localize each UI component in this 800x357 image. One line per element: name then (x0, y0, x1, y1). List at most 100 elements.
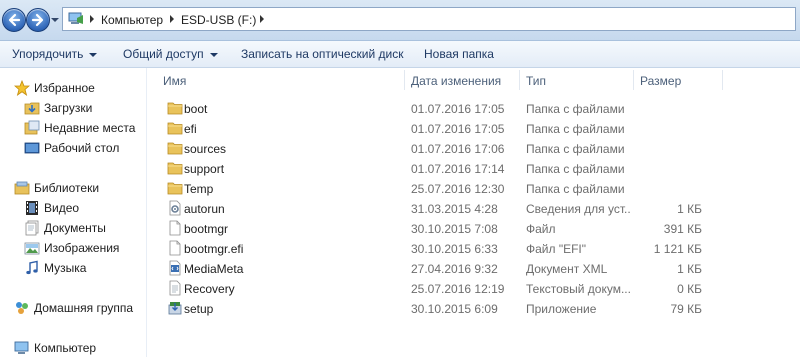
file-size: 79 КБ (670, 302, 702, 316)
file-row[interactable]: Recovery 25.07.2016 12:19 Текстовый докум.… (147, 278, 800, 298)
nav-libraries[interactable]: Библиотеки (0, 179, 146, 197)
column-divider[interactable] (633, 70, 634, 90)
file-icon (169, 220, 181, 236)
file-type: Файл "EFI" (526, 242, 587, 256)
file-type: Текстовый докум... (526, 282, 631, 296)
file-list: Имя Дата изменения Тип Размер boot 01.07.… (147, 68, 800, 357)
setup-icon (168, 302, 182, 315)
file-size: 1 КБ (677, 202, 702, 216)
column-divider[interactable] (404, 70, 405, 90)
chevron-right-icon[interactable] (89, 15, 95, 23)
nav-video[interactable]: Видео (0, 199, 146, 217)
nav-recent-label: Недавние места (44, 121, 136, 135)
nav-music[interactable]: Музыка (0, 259, 146, 277)
file-row[interactable]: setup 30.10.2015 6:09 Приложение 79 КБ (147, 298, 800, 318)
file-date: 25.07.2016 12:19 (411, 282, 505, 296)
breadcrumb-drive[interactable]: ESD-USB (F:) (181, 13, 256, 27)
recent-places-icon (24, 120, 40, 135)
column-divider[interactable] (519, 70, 520, 90)
file-row[interactable]: MediaMeta 27.04.2016 9:32 Документ XML 1 КБ (147, 258, 800, 278)
file-date: 01.07.2016 17:06 (411, 142, 505, 156)
nav-documents[interactable]: Документы (0, 219, 146, 237)
computer-icon (14, 341, 29, 354)
organize-button[interactable]: Упорядочить (12, 47, 98, 61)
forward-button[interactable] (26, 8, 50, 32)
recent-pages-dropdown-icon[interactable] (51, 16, 59, 24)
file-name: support (184, 162, 225, 176)
caret-down-icon (209, 52, 218, 57)
column-header-date[interactable]: Дата изменения (411, 74, 501, 94)
share-button[interactable]: Общий доступ (123, 47, 218, 61)
nav-libraries-label: Библиотеки (34, 181, 100, 195)
pictures-icon (24, 242, 40, 255)
file-name: Temp (184, 182, 214, 196)
file-type: Папка с файлами (526, 182, 625, 196)
nav-desktop[interactable]: Рабочий стол (0, 139, 146, 157)
computer-icon (68, 12, 83, 24)
text-file-icon (169, 280, 181, 296)
file-row[interactable]: autorun 31.03.2015 4:28 Сведения для уст..… (147, 198, 800, 218)
column-header-type[interactable]: Тип (526, 74, 546, 94)
arrow-left-icon (8, 13, 21, 27)
file-row[interactable]: bootmgr.efi 30.10.2015 6:33 Файл "EFI" 1 12… (147, 238, 800, 258)
file-date: 31.03.2015 4:28 (411, 202, 498, 216)
caret-down-icon (89, 52, 98, 57)
music-note-icon (26, 260, 38, 275)
nav-recent[interactable]: Недавние места (0, 119, 146, 137)
video-icon (26, 201, 38, 215)
file-size: 0 КБ (677, 282, 702, 296)
file-type: Приложение (526, 302, 597, 316)
column-divider[interactable] (722, 70, 723, 90)
file-date: 30.10.2015 7:08 (411, 222, 498, 236)
column-header-name[interactable]: Имя (163, 74, 186, 94)
settings-file-icon (169, 200, 181, 216)
address-field[interactable]: Компьютер ESD-USB (F:) (62, 7, 796, 31)
nav-pictures[interactable]: Изображения (0, 239, 146, 257)
file-name: Recovery (184, 282, 235, 296)
nav-video-label: Видео (44, 201, 80, 215)
command-bar: Упорядочить Общий доступ Записать на опт… (0, 41, 800, 68)
star-icon (14, 80, 30, 96)
nav-homegroup[interactable]: Домашняя группа (0, 299, 146, 317)
nav-homegroup-label: Домашняя группа (34, 301, 134, 315)
file-name: boot (184, 102, 208, 116)
back-button[interactable] (2, 8, 26, 32)
file-row[interactable]: sources 01.07.2016 17:06 Папка с файлами (147, 138, 800, 158)
file-row[interactable]: bootmgr 30.10.2015 7:08 Файл 391 КБ (147, 218, 800, 238)
file-size: 391 КБ (663, 222, 702, 236)
file-icon (169, 240, 181, 256)
arrow-right-icon (31, 13, 44, 27)
column-header-size[interactable]: Размер (640, 74, 681, 94)
xml-file-icon (169, 260, 181, 276)
nav-computer-label: Компьютер (34, 341, 97, 355)
new-folder-button[interactable]: Новая папка (424, 47, 494, 61)
address-bar-area: Компьютер ESD-USB (F:) (0, 0, 800, 41)
nav-computer[interactable]: Компьютер (0, 339, 146, 357)
chevron-right-icon[interactable] (169, 15, 175, 23)
file-name: autorun (184, 202, 225, 216)
breadcrumb-computer[interactable]: Компьютер (101, 13, 163, 27)
file-row[interactable]: efi 01.07.2016 17:05 Папка с файлами (147, 118, 800, 138)
documents-icon (25, 220, 39, 236)
file-row[interactable]: Temp 25.07.2016 12:30 Папка с файлами (147, 178, 800, 198)
file-type: Папка с файлами (526, 122, 625, 136)
navigation-pane: Избранное Загрузки Недавние места Рабочи… (0, 68, 146, 357)
nav-desktop-label: Рабочий стол (44, 141, 120, 155)
organize-label: Упорядочить (12, 47, 84, 61)
file-row[interactable]: support 01.07.2016 17:14 Папка с файлами (147, 158, 800, 178)
file-date: 27.04.2016 9:32 (411, 262, 498, 276)
folder-icon (167, 122, 183, 135)
file-name: efi (184, 122, 197, 136)
file-row[interactable]: boot 01.07.2016 17:05 Папка с файлами (147, 98, 800, 118)
nav-downloads[interactable]: Загрузки (0, 99, 146, 117)
file-type: Файл (526, 222, 556, 236)
folder-icon (167, 102, 183, 115)
nav-pictures-label: Изображения (44, 241, 120, 255)
nav-favorites[interactable]: Избранное (0, 79, 146, 97)
nav-downloads-label: Загрузки (44, 101, 93, 115)
chevron-right-icon[interactable] (259, 15, 265, 23)
folder-icon (167, 182, 183, 195)
file-name: bootmgr.efi (184, 242, 244, 256)
burn-button[interactable]: Записать на оптический диск (241, 47, 404, 61)
file-date: 30.10.2015 6:33 (411, 242, 498, 256)
